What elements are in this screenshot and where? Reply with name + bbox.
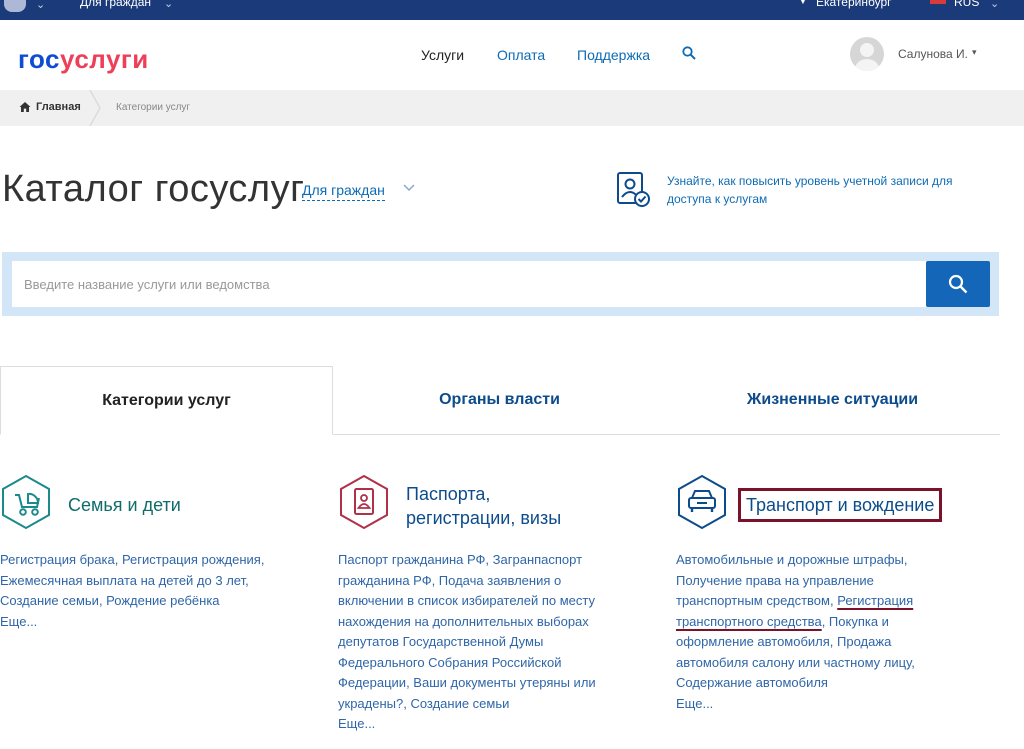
language-selector[interactable]: RUS xyxy=(954,0,979,9)
category-link[interactable]: транспортным средством, xyxy=(676,593,834,608)
avatar[interactable] xyxy=(850,37,884,71)
category-title-line: Паспорта, xyxy=(406,484,491,504)
category-link-line[interactable]: депутатов Государственной Думы xyxy=(338,632,596,653)
category-link-line[interactable]: автомобиля салону или частному лицу, xyxy=(676,653,915,674)
location-pin-icon: ▼ xyxy=(798,0,808,7)
header: госуслуги Услуги Оплата Поддержка Салуно… xyxy=(0,20,1024,90)
account-level-link[interactable]: Узнайте, как повысить уровень учетной за… xyxy=(667,172,987,208)
category-link-line[interactable]: Создание семьи, Рождение ребёнка xyxy=(0,591,264,612)
car-icon[interactable] xyxy=(676,474,728,530)
search-bar xyxy=(2,252,999,316)
category-link-line[interactable]: Автомобильные и дорожные штрафы, xyxy=(676,550,915,571)
vehicle-registration-link[interactable]: Регистрация xyxy=(837,593,913,608)
vehicle-registration-link[interactable]: транспортного средства xyxy=(676,614,822,629)
category-link-line: транспортного средства, Покупка и xyxy=(676,612,915,633)
category-link-line[interactable]: Содержание автомобиля xyxy=(676,673,915,694)
category-link-line[interactable]: украдены?, Создание семьи xyxy=(338,694,596,715)
category-description: Регистрация брака, Регистрация рождения,… xyxy=(0,550,264,632)
more-link[interactable]: Еще... xyxy=(338,714,596,735)
category-link-line: транспортным средством, Регистрация xyxy=(676,591,915,612)
category-title-line: регистрации, визы xyxy=(406,508,562,528)
category-link-line[interactable]: Регистрация брака, Регистрация рождения, xyxy=(0,550,264,571)
catalog-tabs: Категории услуг Органы власти Жизненные … xyxy=(0,366,1000,436)
category-link-line[interactable]: нахождения на дополнительных выборах xyxy=(338,612,596,633)
search-icon[interactable] xyxy=(682,46,696,60)
breadcrumb-current: Категории услуг xyxy=(116,102,191,113)
category-description: Автомобильные и дорожные штрафы, Получен… xyxy=(676,550,915,714)
search-input[interactable] xyxy=(12,261,930,307)
breadcrumb-home[interactable]: Главная xyxy=(36,101,81,113)
chevron-down-icon[interactable]: ⌄ xyxy=(990,0,999,10)
search-icon xyxy=(948,274,968,294)
category-link[interactable]: , Покупка и xyxy=(822,614,889,629)
category-link-line[interactable]: гражданина РФ, Подача заявления о xyxy=(338,571,596,592)
page-title: Каталог госуслуг xyxy=(2,168,305,210)
category-title[interactable]: Семья и дети xyxy=(68,493,181,517)
stroller-icon[interactable] xyxy=(0,474,52,530)
audience-selector[interactable]: Для граждан xyxy=(302,182,385,201)
tab-authorities[interactable]: Органы власти xyxy=(333,366,666,435)
category-link-line[interactable]: Паспорт гражданина РФ, Загранпаспорт xyxy=(338,550,596,571)
nav-services[interactable]: Услуги xyxy=(421,47,464,63)
category-link-line[interactable]: Ежемесячная выплата на детей до 3 лет, xyxy=(0,571,264,592)
account-level-icon xyxy=(617,172,650,207)
tab-categories[interactable]: Категории услуг xyxy=(0,366,333,435)
flag-icon xyxy=(930,0,946,4)
breadcrumb: Главная Категории услуг xyxy=(0,90,1024,126)
category-link-line[interactable]: включении в список избирателей по месту xyxy=(338,591,596,612)
nav-payment[interactable]: Оплата xyxy=(497,47,545,63)
home-icon[interactable] xyxy=(19,101,31,113)
logo-part-gos: гос xyxy=(18,44,60,74)
logo-part-uslugi: услуги xyxy=(60,44,149,74)
category-link-line[interactable]: Федерации, Ваши документы утеряны или xyxy=(338,673,596,694)
top-bar: ⌄ Для граждан ⌄ ▼ Екатеринбург RUS ⌄ xyxy=(0,0,1024,20)
more-link[interactable]: Еще... xyxy=(0,612,264,633)
emblem-icon xyxy=(4,0,26,12)
breadcrumb-separator xyxy=(89,90,101,126)
category-link-line[interactable]: Получение права на управление xyxy=(676,571,915,592)
more-link[interactable]: Еще... xyxy=(676,694,915,715)
category-title[interactable]: Транспорт и вождение xyxy=(738,488,943,522)
category-title[interactable]: Паспорта, регистрации, визы xyxy=(406,482,561,530)
chevron-down-icon[interactable]: ⌄ xyxy=(164,0,173,10)
passport-icon[interactable] xyxy=(338,474,390,530)
user-menu-caret-icon[interactable]: ▾ xyxy=(972,47,977,58)
category-description: Паспорт гражданина РФ, Загранпаспорт гра… xyxy=(338,550,596,735)
citizens-selector[interactable]: Для граждан xyxy=(80,0,151,9)
user-name[interactable]: Салунова И. xyxy=(898,47,968,61)
nav-support[interactable]: Поддержка xyxy=(577,47,650,63)
category-link-line[interactable]: Федерального Собрания Российской xyxy=(338,653,596,674)
chevron-down-icon[interactable]: ⌄ xyxy=(36,0,45,11)
chevron-down-icon[interactable] xyxy=(400,178,418,196)
gosuslugi-logo[interactable]: госуслуги xyxy=(18,44,149,75)
category-link-line[interactable]: оформление автомобиля, Продажа xyxy=(676,632,915,653)
city-selector[interactable]: Екатеринбург xyxy=(816,0,892,9)
tab-life-situations[interactable]: Жизненные ситуации xyxy=(666,366,999,435)
search-button[interactable] xyxy=(926,261,990,307)
